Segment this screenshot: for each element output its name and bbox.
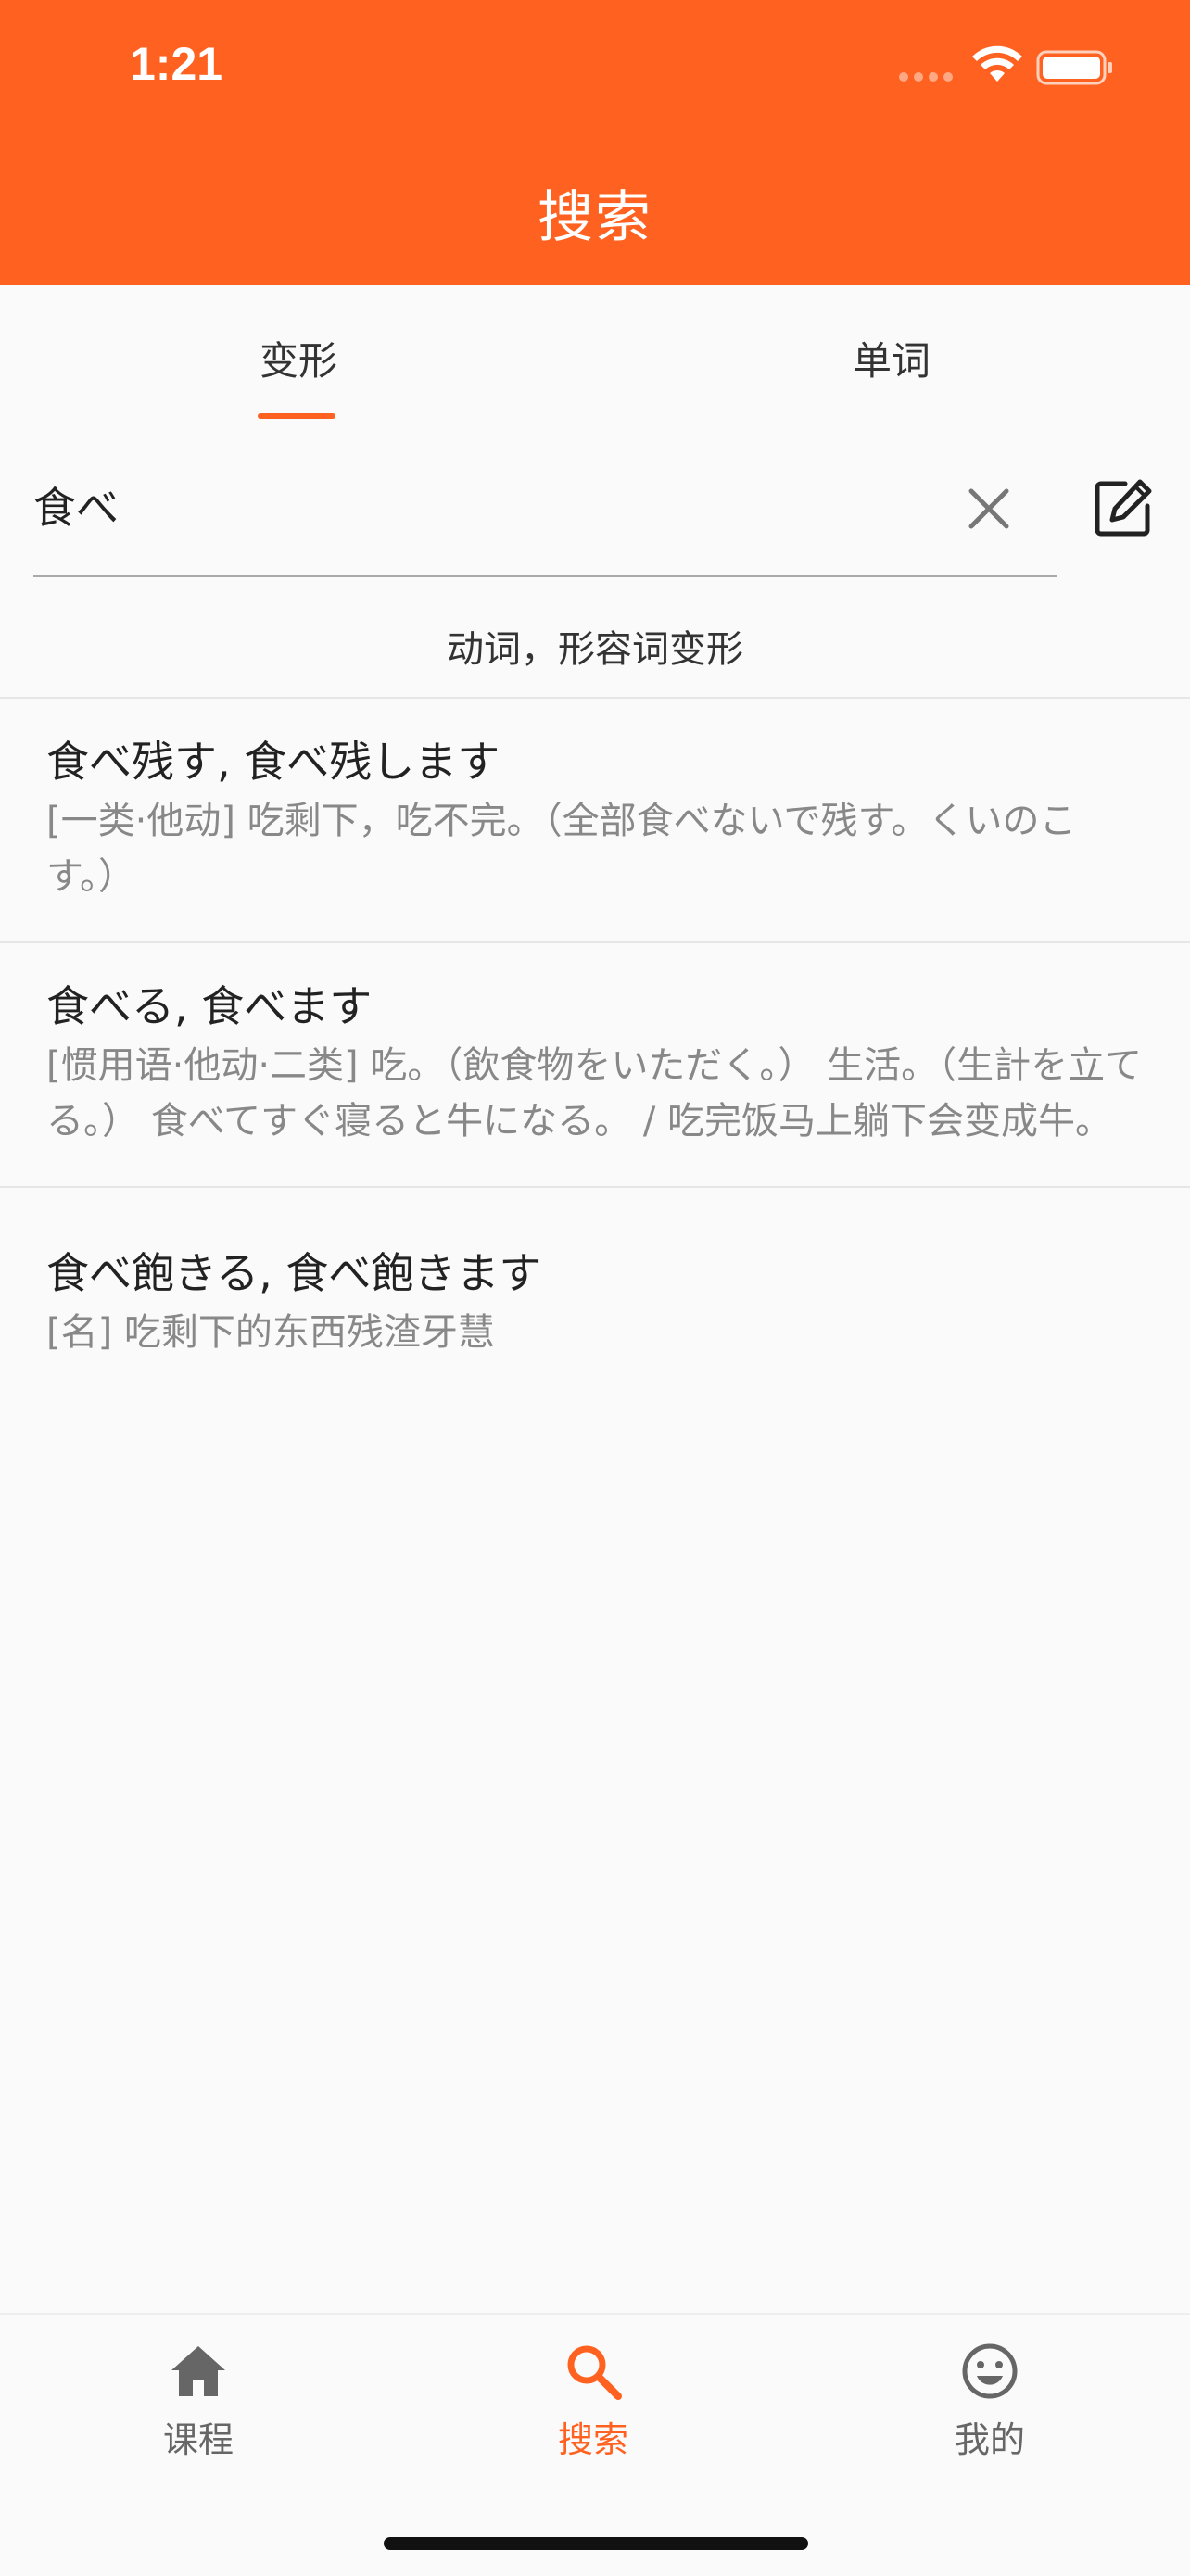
status-time: 1:21 (130, 38, 223, 90)
edit-icon[interactable] (1092, 476, 1155, 539)
tab-words[interactable]: 单词 (753, 330, 1031, 386)
page-title: 搜索 (538, 185, 652, 250)
header-bar: 1:21 搜索 (0, 0, 1190, 285)
list-item[interactable]: 食べ飽きる, 食べ飽きます [名] 吃剩下的东西残渣牙慧 (0, 1188, 1190, 1397)
item-description: [惯用语·他动·二类] 吃。（飲食物をいただく。） 生活。（生計を立てる。） 食… (46, 1044, 1143, 1143)
list-item[interactable]: 食べる, 食べます [惯用语·他动·二类] 吃。（飲食物をいただく。） 生活。（… (0, 943, 1190, 1188)
cellular-signal-icon (899, 72, 956, 85)
item-title: 食べる, 食べます (46, 981, 373, 1031)
item-title: 食べ飽きる, 食べ飽きます (46, 1248, 542, 1298)
search-row (0, 436, 1190, 593)
wifi-icon (972, 45, 1022, 82)
section-label: 动词，形容词变形 (447, 628, 743, 671)
tabbar-item-mine[interactable]: 我的 (897, 2341, 1082, 2462)
tab-conjugation[interactable]: 变形 (159, 330, 437, 386)
active-tab-indicator (258, 413, 335, 419)
segment-tabs: 变形 单词 (0, 285, 1190, 424)
tabbar-label: 我的 (954, 2419, 1025, 2460)
item-description: [名] 吃剩下的东西残渣牙慧 (46, 1311, 495, 1354)
list-item[interactable]: 食べ残す, 食べ残します [一类·他动] 吃剩下，吃不完。（全部食べないで残す。… (0, 699, 1190, 943)
clear-icon[interactable] (964, 484, 1014, 534)
search-icon (567, 2345, 622, 2400)
home-indicator (384, 2537, 808, 2550)
search-input[interactable] (33, 436, 1057, 577)
tabbar-label: 搜索 (557, 2419, 628, 2460)
home-icon (171, 2346, 225, 2396)
smiley-icon (962, 2343, 1018, 2399)
item-description: [一类·他动] 吃剩下，吃不完。（全部食べないで残す。くいのこす。） (46, 800, 1077, 898)
battery-icon (1036, 50, 1112, 85)
tabbar-item-courses[interactable]: 课程 (106, 2341, 291, 2462)
tabbar-label: 课程 (162, 2419, 234, 2460)
results-list: 食べ残す, 食べ残します [一类·他动] 吃剩下，吃不完。（全部食べないで残す。… (0, 697, 1190, 1397)
item-title: 食べ残す, 食べ残します (46, 737, 500, 787)
tabbar-item-search[interactable]: 搜索 (500, 2341, 686, 2462)
